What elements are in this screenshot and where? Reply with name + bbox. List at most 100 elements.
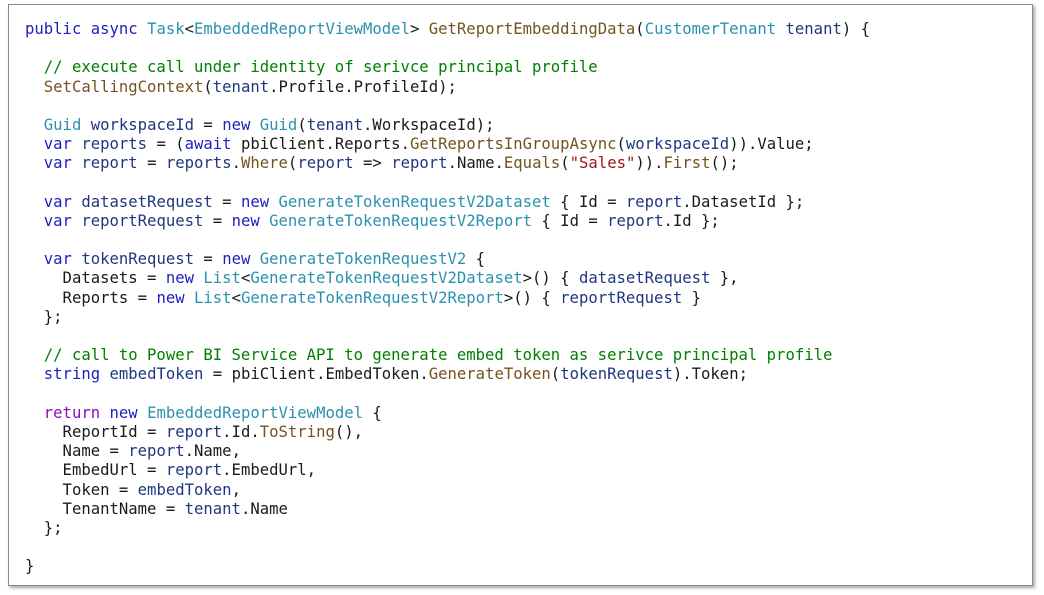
code-token: List	[194, 288, 232, 307]
code-token: reports	[165, 154, 232, 173]
code-token: <	[240, 269, 251, 288]
code-token: )).	[635, 154, 664, 173]
code-token: (),	[334, 422, 364, 441]
code-line: Reports = new List<GenerateTokenRequestV…	[25, 289, 870, 308]
code-token: EmbedUrl =	[25, 461, 166, 480]
code-token: >() {	[522, 269, 579, 288]
code-token: new	[222, 250, 251, 269]
code-token: tenant	[184, 499, 241, 518]
code-token: new	[222, 115, 251, 134]
code-token: // call to Power BI Service API to gener…	[25, 346, 833, 365]
code-token: ,	[231, 480, 241, 499]
code-token: ).Token;	[672, 365, 748, 384]
code-token: }	[25, 557, 35, 576]
code-token: async	[90, 20, 138, 38]
code-token: Guid	[43, 115, 82, 134]
code-token: TenantName =	[25, 499, 185, 518]
code-token: SetCallingContext	[43, 77, 204, 96]
code-token: (	[560, 154, 570, 173]
code-line: var reportRequest = new GenerateTokenReq…	[25, 212, 870, 231]
code-token: var	[43, 154, 72, 173]
code-token: .Name.	[447, 154, 504, 173]
code-token: GenerateTokenRequestV2Dataset	[278, 192, 551, 211]
code-token: =>	[353, 154, 392, 173]
code-token: ReportId =	[25, 422, 166, 441]
code-token: .Name	[240, 499, 288, 518]
code-token: )).Value;	[729, 135, 814, 154]
code-line: // execute call under identity of serivc…	[25, 58, 870, 77]
code-token: GenerateTokenRequestV2Report	[240, 288, 504, 307]
code-token: .Id.	[222, 422, 260, 441]
code-token: datasetRequest	[81, 192, 213, 211]
code-token: tokenRequest	[81, 250, 195, 269]
code-line: Datasets = new List<GenerateTokenRequest…	[25, 269, 870, 288]
code-token: {	[363, 403, 382, 422]
code-token: (	[287, 154, 298, 173]
code-token: Equals	[503, 154, 561, 173]
code-token: new	[240, 192, 270, 211]
code-token: First	[663, 154, 711, 173]
code-token: report	[165, 461, 223, 480]
code-line: };	[25, 519, 870, 538]
code-token: workspaceId	[625, 135, 730, 154]
code-token: GenerateToken	[428, 365, 551, 384]
code-token: Token =	[25, 480, 138, 499]
code-token: tenant	[785, 20, 842, 38]
code-token: datasetRequest	[578, 269, 711, 288]
code-line: Name = report.Name,	[25, 442, 870, 461]
code-token: (	[635, 20, 645, 38]
code-token: Task	[147, 20, 185, 38]
code-token: = pbiClient.EmbedToken.	[203, 365, 429, 384]
code-line: SetCallingContext(tenant.Profile.Profile…	[25, 78, 870, 97]
code-token: = (	[147, 135, 185, 154]
code-token: new	[156, 288, 185, 307]
code-token: // execute call under identity of serivc…	[25, 58, 598, 77]
code-token: report	[625, 192, 683, 211]
code-line: Guid workspaceId = new Guid(tenant.Works…	[25, 116, 870, 135]
code-line: var tokenRequest = new GenerateTokenRequ…	[25, 250, 870, 269]
code-token: GenerateTokenRequestV2Report	[269, 211, 533, 230]
code-token: report	[128, 442, 185, 461]
code-line: }	[25, 557, 870, 576]
code-token: ) {	[841, 20, 871, 38]
code-token: Name =	[25, 442, 129, 461]
code-token: Guid	[259, 115, 298, 134]
code-line: ReportId = report.Id.ToString(),	[25, 423, 870, 442]
code-line: Token = embedToken,	[25, 481, 870, 500]
code-token: .Profile.ProfileId);	[269, 77, 457, 96]
code-token: (	[203, 77, 213, 96]
code-token: =	[212, 192, 241, 211]
code-token: Where	[240, 154, 288, 173]
code-token: Reports =	[25, 288, 157, 307]
code-token: >() {	[503, 288, 561, 307]
code-token: CustomerTenant	[644, 20, 777, 38]
code-token: List	[203, 269, 241, 288]
code-token: tenant	[212, 77, 270, 96]
code-token: new	[109, 403, 138, 422]
code-token: var	[43, 211, 72, 230]
code-token: report	[165, 422, 223, 441]
code-token: >	[409, 20, 429, 38]
code-token: <	[184, 20, 195, 38]
code-token: =	[194, 250, 223, 269]
code-token: report	[297, 154, 354, 173]
code-token: },	[710, 269, 739, 288]
